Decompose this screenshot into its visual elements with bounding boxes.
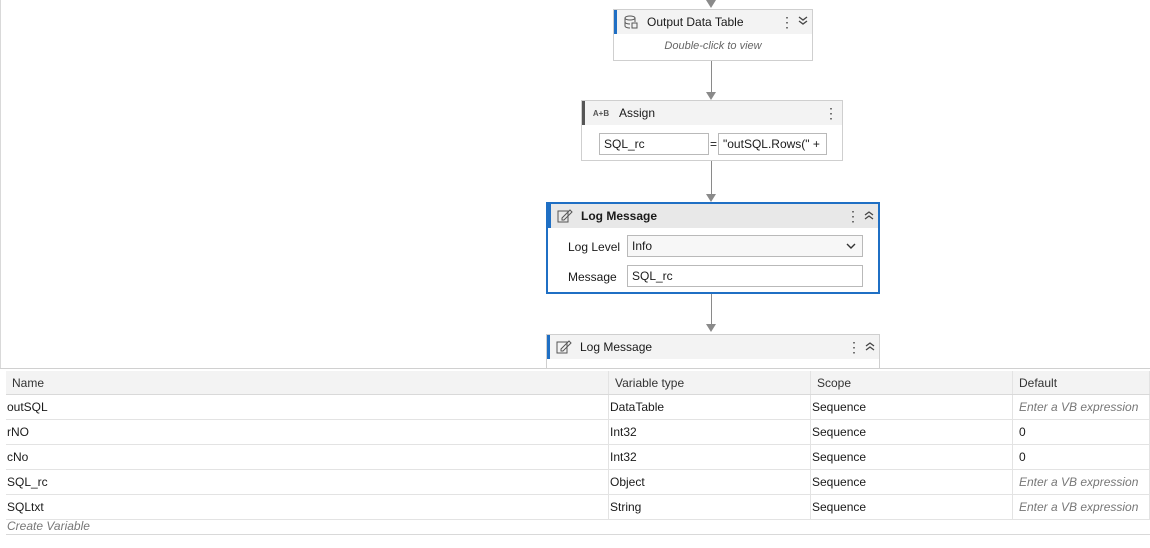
assign-to-field[interactable]: SQL_rc [599,133,709,155]
variable-scope-cell[interactable]: Sequence [810,444,1013,470]
variable-type-cell[interactable]: Int32 [608,444,811,470]
log-level-value: Info [632,239,653,253]
log-level-dropdown[interactable]: Info [627,235,863,257]
divider [6,534,1150,535]
workflow-designer-canvas[interactable]: Output Data Table ⋮ Double-click to view… [0,0,1150,368]
variable-name-cell[interactable]: cNo [6,444,609,470]
table-row[interactable]: outSQL DataTable Sequence Enter a VB expres… [6,394,1150,420]
create-variable-link[interactable]: Create Variable [7,519,90,533]
activity-title: Output Data Table [647,15,744,29]
collapse-chevron-icon[interactable] [861,340,879,354]
chevron-down-icon [846,236,856,259]
column-header-scope[interactable]: Scope [810,371,1013,395]
variables-panel: Name Variable type Scope Default outSQL D… [0,368,1150,548]
connector-line [711,161,712,194]
table-row[interactable]: cNo Int32 Sequence 0 [6,444,1150,470]
database-icon [623,14,639,30]
connector-arrow [706,194,716,202]
variable-name-cell[interactable]: SQLtxt [6,494,609,520]
variable-name-cell[interactable]: rNO [6,419,609,445]
variable-name-cell[interactable]: SQL_rc [6,469,609,495]
connector-arrow [706,324,716,332]
log-message-icon [556,339,572,355]
connector-arrow [706,92,716,100]
message-label: Message [568,270,617,284]
activity-title: Log Message [580,340,653,354]
variable-default-cell[interactable]: 0 [1012,419,1150,445]
column-header-default[interactable]: Default [1012,371,1150,395]
table-row[interactable]: SQLtxt String Sequence Enter a VB expressio… [6,494,1150,520]
variable-scope-cell[interactable]: Sequence [810,419,1013,445]
variable-default-cell[interactable]: Enter a VB expression [1012,469,1150,495]
variable-scope-cell[interactable]: Sequence [810,469,1013,495]
more-options-icon[interactable]: ⋮ [847,340,861,354]
connector-arrow [706,0,716,8]
log-message-activity[interactable]: Log Message ⋮ [546,334,880,368]
table-row[interactable]: rNO Int32 Sequence 0 [6,419,1150,445]
activity-title: Log Message [581,209,658,223]
connector-line [711,293,712,324]
variables-table: Name Variable type Scope Default outSQL D… [6,371,1150,520]
more-options-icon[interactable]: ⋮ [846,209,860,223]
output-data-table-activity[interactable]: Output Data Table ⋮ Double-click to view [613,9,813,61]
assign-icon: A+B [592,108,610,118]
message-field[interactable]: SQL_rc [627,265,863,287]
equals-sign: = [710,137,718,151]
connector-line [711,61,712,92]
variable-scope-cell[interactable]: Sequence [810,494,1013,520]
column-header-variable-type[interactable]: Variable type [608,371,811,395]
variable-type-cell[interactable]: Int32 [608,419,811,445]
variable-default-cell[interactable]: 0 [1012,444,1150,470]
log-message-activity-selected[interactable]: Log Message ⋮ Log Level Info Message SQL… [546,202,880,294]
assign-value-field[interactable]: "outSQL.Rows(" + [718,133,827,155]
variable-default-cell[interactable]: Enter a VB expression [1012,394,1150,420]
variable-type-cell[interactable]: DataTable [608,394,811,420]
variable-name-cell[interactable]: outSQL [6,394,609,420]
log-level-label: Log Level [568,240,621,254]
double-click-hint: Double-click to view [664,40,762,52]
collapse-chevron-icon[interactable] [794,15,812,29]
more-options-icon[interactable]: ⋮ [780,15,794,29]
activity-title: Assign [619,106,656,120]
variable-scope-cell[interactable]: Sequence [810,394,1013,420]
collapse-chevron-icon[interactable] [860,209,878,223]
log-message-icon [557,208,573,224]
variable-type-cell[interactable]: String [608,494,811,520]
variable-type-cell[interactable]: Object [608,469,811,495]
table-row[interactable]: SQL_rc Object Sequence Enter a VB expressio… [6,469,1150,495]
more-options-icon[interactable]: ⋮ [824,106,838,120]
variable-default-cell[interactable]: Enter a VB expression [1012,494,1150,520]
column-header-name[interactable]: Name [6,371,609,395]
assign-activity[interactable]: A+B Assign ⋮ SQL_rc = "outSQL.Rows(" + [581,100,843,161]
